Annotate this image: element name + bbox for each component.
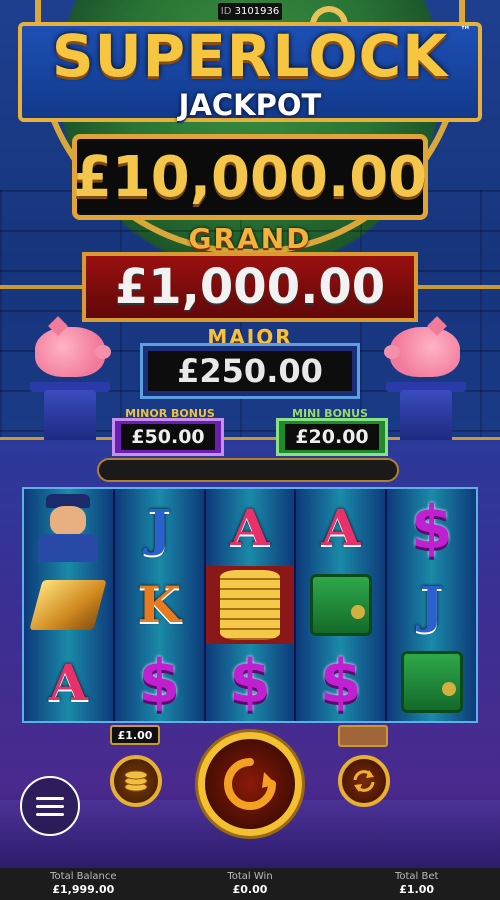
major-jackpot-panel: £250.00 <box>140 343 360 399</box>
autoplay-button[interactable] <box>338 755 390 807</box>
total-balance: Total Balance £1,999.00 <box>0 868 167 900</box>
pedestal-left-column <box>44 390 96 440</box>
autoplay-count-chip[interactable] <box>338 725 388 747</box>
minor-bonus-panel: £50.00 <box>112 418 224 456</box>
symbol-a: A <box>49 652 88 712</box>
symbol-dollar: $ <box>410 492 453 563</box>
total-bet: Total Bet £1.00 <box>333 868 500 900</box>
coin-stack-icon <box>124 770 148 792</box>
symbol-green-safe <box>387 644 476 721</box>
green-safe-icon <box>400 651 463 714</box>
symbol-police-officer <box>24 489 113 566</box>
total-win: Total Win £0.00 <box>167 868 334 900</box>
symbol-j: J <box>419 575 444 635</box>
symbol-dollar: $ <box>229 647 271 718</box>
reel-1: A <box>24 489 115 721</box>
total-win-label: Total Win <box>227 871 273 882</box>
reel-2: J K $ <box>114 489 206 721</box>
total-balance-label: Total Balance <box>50 871 117 882</box>
piggy-bank-left-icon <box>35 316 111 377</box>
game-id-badge: ID 3101936 <box>218 3 282 20</box>
total-win-value: £0.00 <box>232 883 268 896</box>
major-jackpot-value: £250.00 <box>148 351 352 391</box>
hamburger-menu-icon <box>36 796 64 800</box>
autoplay-icon <box>353 770 375 792</box>
green-safe-icon <box>309 573 372 636</box>
police-officer-icon <box>28 493 108 562</box>
total-bet-value: £1.00 <box>399 883 435 896</box>
symbol-green-safe <box>296 566 385 643</box>
symbol-k: K <box>137 575 181 635</box>
symbol-gold-bars <box>24 566 113 643</box>
game-logo-subtitle: JACKPOT <box>178 88 322 122</box>
status-footer: Total Balance £1,999.00 Total Win £0.00 … <box>0 868 500 900</box>
superlock-jackpot-value: £10,000.00 <box>72 134 428 220</box>
total-bet-label: Total Bet <box>394 871 439 882</box>
spin-icon <box>224 758 276 810</box>
symbol-dollar: $ <box>319 647 362 718</box>
mini-bonus-value: £20.00 <box>285 424 379 450</box>
feature-progress-bar <box>97 458 399 482</box>
piggy-bank-right-icon <box>384 316 460 377</box>
grand-jackpot-label: GRAND <box>188 222 312 255</box>
symbol-j: J <box>147 498 172 558</box>
pedestal-right-column <box>400 390 452 440</box>
symbol-gold-coins <box>205 566 295 644</box>
mini-bonus-panel: £20.00 <box>276 418 388 456</box>
reel-4: A $ <box>296 489 388 721</box>
game-id-label: ID <box>220 6 232 17</box>
game-logo-title: SUPERLOCK <box>51 22 449 90</box>
reel-grid: A J K $ A $ A $ $ J <box>22 487 478 723</box>
grand-jackpot-value: £1,000.00 <box>82 252 418 322</box>
symbol-dollar: $ <box>138 647 181 718</box>
reel-5: $ J <box>387 489 476 721</box>
bet-amount-chip[interactable]: £1.00 <box>110 725 160 745</box>
minor-bonus-value: £50.00 <box>121 424 215 450</box>
gold-bars-icon <box>29 579 108 630</box>
symbol-a: A <box>230 498 270 558</box>
game-id-value: 3101936 <box>234 6 280 17</box>
trademark-symbol: ™ <box>460 24 471 37</box>
bet-selector-button[interactable] <box>110 755 162 807</box>
gold-coins-icon <box>219 569 280 640</box>
symbol-a: A <box>321 498 361 558</box>
spin-button[interactable] <box>198 732 302 836</box>
menu-button[interactable] <box>20 776 80 836</box>
reel-3: A $ <box>205 489 297 721</box>
total-balance-value: £1,999.00 <box>52 883 115 896</box>
